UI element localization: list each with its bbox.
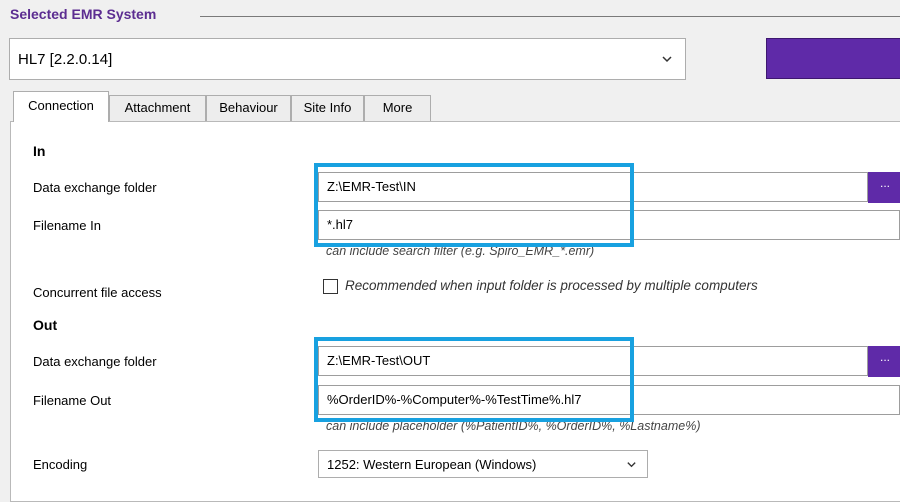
tab-label: Connection (28, 98, 94, 113)
encoding-value: 1252: Western European (Windows) (327, 457, 537, 472)
chevron-down-icon (627, 462, 636, 468)
in-folder-browse-button[interactable]: ... (868, 172, 900, 203)
tab-label: Attachment (124, 100, 191, 115)
filename-in-label: Filename In (33, 218, 101, 233)
group-title: Selected EMR System (10, 6, 157, 22)
tab-behaviour[interactable]: Behaviour (206, 95, 291, 121)
filename-out-label: Filename Out (33, 393, 112, 408)
concurrent-access-label: Concurrent file access (33, 285, 162, 300)
out-folder-browse-button[interactable]: ... (868, 346, 900, 377)
out-data-folder-label: Data exchange folder (33, 354, 157, 369)
tab-label: More (382, 100, 413, 115)
encoding-select[interactable]: 1252: Western European (Windows) (318, 450, 648, 478)
concurrent-access-text: Recommended when input folder is process… (345, 278, 758, 293)
chevron-down-icon (662, 56, 672, 63)
in-highlight-box (314, 163, 634, 247)
emr-system-value: HL7 [2.2.0.14] (18, 51, 113, 68)
concurrent-access-checkbox[interactable] (323, 279, 338, 294)
tab-more[interactable]: More (364, 95, 431, 121)
tab-connection[interactable]: Connection (13, 91, 109, 122)
encoding-label: Encoding (33, 457, 88, 472)
section-out-title: Out (33, 317, 58, 333)
in-data-folder-label: Data exchange folder (33, 180, 157, 195)
emr-action-button[interactable] (766, 38, 900, 79)
emr-system-select[interactable]: HL7 [2.2.0.14] (9, 38, 686, 80)
tab-attachment[interactable]: Attachment (109, 95, 206, 121)
tab-site-info[interactable]: Site Info (291, 95, 364, 121)
tab-label: Behaviour (219, 100, 278, 115)
tab-label: Site Info (303, 100, 352, 115)
section-in-title: In (33, 143, 46, 159)
out-highlight-box (314, 337, 634, 422)
group-divider (200, 16, 900, 17)
